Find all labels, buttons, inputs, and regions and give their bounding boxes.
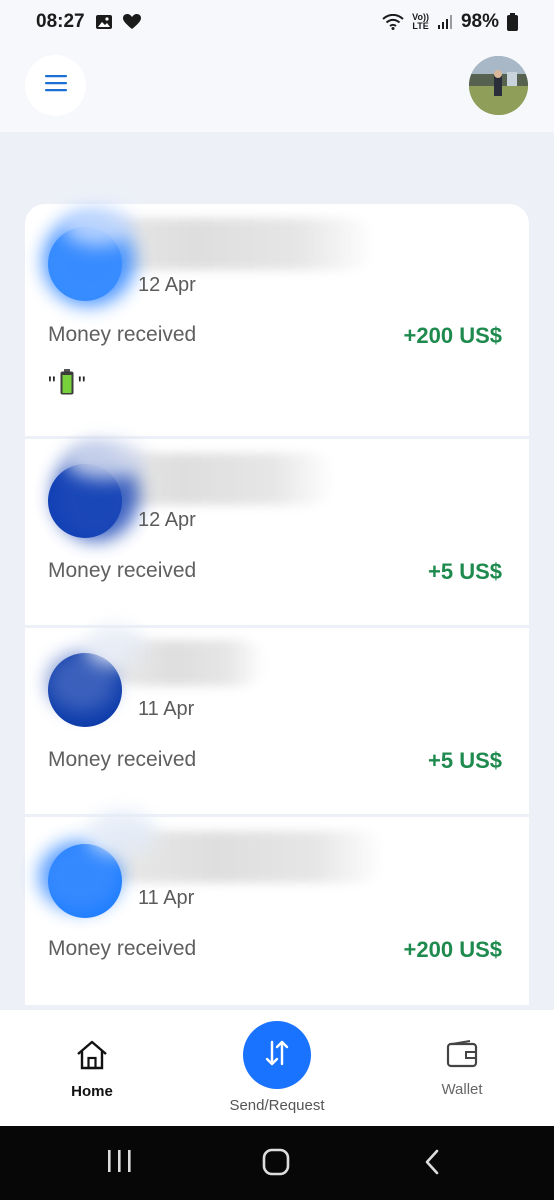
note-open-quote: "	[48, 372, 56, 397]
transaction-date: 12 Apr	[138, 509, 196, 531]
recent-apps-button[interactable]	[104, 1148, 134, 1179]
transaction-amount: +5 US$	[428, 559, 502, 584]
recent-apps-icon	[104, 1148, 134, 1179]
wifi-icon	[382, 14, 404, 30]
back-button[interactable]	[420, 1148, 444, 1181]
transaction-label: Money received	[48, 937, 197, 960]
status-bar: 08:27 Vo)) LTE 98%	[0, 0, 554, 44]
bottom-navigation: Home Send/Request Wallet	[0, 1010, 554, 1126]
nav-wallet-label: Wallet	[441, 1081, 483, 1098]
profile-avatar[interactable]	[469, 56, 528, 115]
back-chevron-icon	[420, 1148, 444, 1181]
wallet-icon	[446, 1040, 478, 1073]
transaction-note: " "	[48, 369, 86, 401]
menu-button[interactable]	[25, 55, 86, 116]
top-header	[0, 44, 554, 132]
battery-emoji-icon	[60, 369, 74, 401]
transaction-date: 12 Apr	[138, 274, 196, 296]
send-request-label: Send/Request	[229, 1097, 325, 1114]
home-system-button[interactable]	[262, 1148, 290, 1181]
transaction-date: 11 Apr	[138, 698, 195, 720]
transfer-arrows-icon	[262, 1038, 292, 1073]
transaction-amount: +200 US$	[403, 937, 502, 962]
status-time: 08:27	[36, 11, 85, 32]
hamburger-icon	[44, 74, 68, 97]
transaction-amount: +200 US$	[403, 323, 502, 348]
nav-wallet[interactable]: Wallet	[431, 1040, 493, 1098]
transaction-card[interactable]: 12 Apr Money received +5 US$	[25, 439, 529, 625]
transaction-label: Money received	[48, 323, 197, 346]
transaction-label: Money received	[48, 748, 197, 771]
battery-percent: 98%	[460, 11, 499, 32]
nav-home[interactable]: Home	[62, 1040, 122, 1100]
send-request-button[interactable]	[243, 1021, 311, 1089]
network-type-icon: Vo)) LTE	[412, 13, 429, 31]
transaction-label: Money received	[48, 559, 197, 582]
transaction-date: 11 Apr	[138, 887, 195, 909]
note-close-quote: "	[77, 372, 86, 397]
transaction-card[interactable]: 12 Apr Money received +200 US$ " "	[25, 204, 529, 436]
transaction-amount: +5 US$	[428, 748, 502, 773]
transaction-card[interactable]: 11 Apr Money received +5 US$	[25, 626, 529, 814]
network-lte-label: LTE	[412, 21, 429, 31]
home-icon	[75, 1040, 109, 1075]
home-circle-icon	[262, 1148, 290, 1181]
signal-icon	[437, 14, 453, 30]
heart-icon	[122, 14, 141, 30]
gallery-icon	[95, 13, 113, 31]
transaction-card[interactable]: 11 Apr Money received +200 US$	[25, 811, 529, 1005]
system-navigation-bar	[0, 1126, 554, 1200]
battery-icon	[507, 13, 518, 31]
